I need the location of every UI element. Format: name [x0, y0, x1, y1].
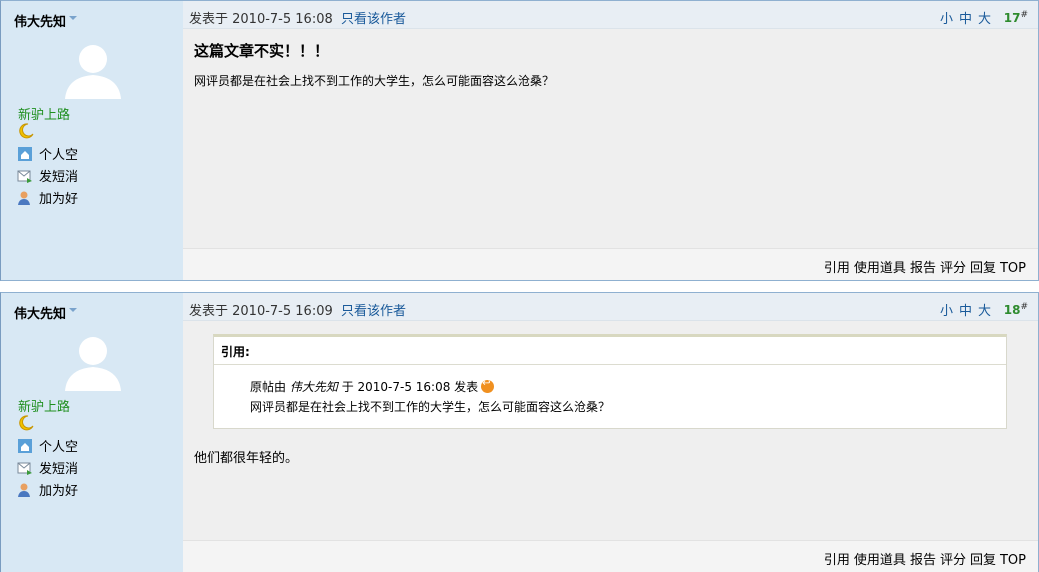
report-button[interactable]: 报告: [910, 261, 936, 276]
author-sidebar: 伟大先知 新驴上路 个人空 发短消 加为好: [1, 1, 183, 280]
font-small-link[interactable]: 小: [940, 304, 954, 319]
font-medium-link[interactable]: 中: [959, 12, 973, 27]
author-name[interactable]: 伟大先知: [14, 11, 78, 30]
post-17: 伟大先知 新驴上路 个人空 发短消 加为好 发表于 2010-7-5 16:08…: [0, 0, 1039, 281]
reply-button[interactable]: 回复: [970, 261, 996, 276]
reply-button[interactable]: 回复: [970, 553, 996, 568]
post-date: 发表于 2010-7-5 16:09: [189, 304, 333, 319]
post-body: 网评员都是在社会上找不到工作的大学生，怎么可能面容这么沧桑？: [194, 74, 555, 88]
font-large-link[interactable]: 大: [978, 12, 992, 27]
quote-button[interactable]: 引用: [824, 261, 850, 276]
send-message-link[interactable]: 发短消: [17, 460, 78, 478]
report-button[interactable]: 报告: [910, 553, 936, 568]
avatar[interactable]: [61, 331, 125, 391]
add-friend-icon: [18, 483, 30, 497]
post-actions: 引用 使用道具 报告 评分 回复 TOP: [183, 540, 1038, 572]
quote-text: 网评员都是在社会上找不到工作的大学生，怎么可能面容这么沧桑？: [250, 400, 611, 414]
post-body: 他们都很年轻的。: [194, 451, 299, 466]
quote-block: 引用: 原帖由 伟大先知 于 2010-7-5 16:08 发表 网评员都是在社…: [213, 334, 1007, 429]
send-message-link[interactable]: 发短消: [17, 168, 78, 186]
user-rank: 新驴上路: [18, 108, 71, 123]
add-friend-link[interactable]: 加为好: [17, 190, 78, 208]
font-large-link[interactable]: 大: [978, 304, 992, 319]
chevron-down-icon[interactable]: [69, 308, 78, 312]
floor-number[interactable]: 18#: [1004, 302, 1028, 317]
jump-to-post-icon[interactable]: [481, 378, 495, 393]
moon-icon: [19, 123, 34, 139]
quote-origin: 原帖由 伟大先知 于 2010-7-5 16:08 发表: [250, 378, 495, 395]
font-medium-link[interactable]: 中: [959, 304, 973, 319]
top-button[interactable]: TOP: [1000, 553, 1026, 568]
font-small-link[interactable]: 小: [940, 12, 954, 27]
post-title: 这篇文章不实！！！: [194, 42, 330, 60]
author-name[interactable]: 伟大先知: [14, 303, 78, 322]
post-divider: [0, 281, 1039, 292]
use-tool-button[interactable]: 使用道具: [854, 261, 906, 276]
add-friend-link[interactable]: 加为好: [17, 482, 78, 500]
rate-button[interactable]: 评分: [940, 261, 966, 276]
user-rank: 新驴上路: [18, 400, 71, 415]
rate-button[interactable]: 评分: [940, 553, 966, 568]
only-author-link[interactable]: 只看该作者: [341, 300, 406, 319]
post-content: 这篇文章不实！！！ 网评员都是在社会上找不到工作的大学生，怎么可能面容这么沧桑？: [183, 30, 1038, 248]
post-date: 发表于 2010-7-5 16:08: [189, 12, 333, 27]
post-actions: 引用 使用道具 报告 评分 回复 TOP: [183, 248, 1038, 280]
font-size-selector: 小中大: [935, 8, 992, 27]
home-icon: [18, 147, 32, 161]
chevron-down-icon[interactable]: [69, 16, 78, 20]
post-header: 发表于 2010-7-5 16:09 只看该作者 小中大 18#: [183, 293, 1038, 321]
personal-space-link[interactable]: 个人空: [17, 438, 78, 456]
only-author-link[interactable]: 只看该作者: [341, 8, 406, 27]
post-header: 发表于 2010-7-5 16:08 只看该作者 小中大 17#: [183, 1, 1038, 29]
add-friend-icon: [18, 191, 30, 205]
author-sidebar: 伟大先知 新驴上路 个人空 发短消 加为好: [1, 293, 183, 572]
quote-author-link[interactable]: 伟大先知: [290, 380, 338, 394]
use-tool-button[interactable]: 使用道具: [854, 553, 906, 568]
moon-icon: [19, 415, 34, 431]
font-size-selector: 小中大: [935, 300, 992, 319]
avatar[interactable]: [61, 39, 125, 99]
post-18: 伟大先知 新驴上路 个人空 发短消 加为好 发表于 2010-7-5 16:09…: [0, 292, 1039, 572]
quote-button[interactable]: 引用: [824, 553, 850, 568]
floor-number[interactable]: 17#: [1004, 10, 1028, 25]
message-icon: [17, 462, 32, 475]
personal-space-link[interactable]: 个人空: [17, 146, 78, 164]
post-content: 引用: 原帖由 伟大先知 于 2010-7-5 16:08 发表 网评员都是在社…: [183, 322, 1038, 540]
quote-label: 引用:: [214, 337, 1006, 365]
top-button[interactable]: TOP: [1000, 261, 1026, 276]
message-icon: [17, 170, 32, 183]
home-icon: [18, 439, 32, 453]
